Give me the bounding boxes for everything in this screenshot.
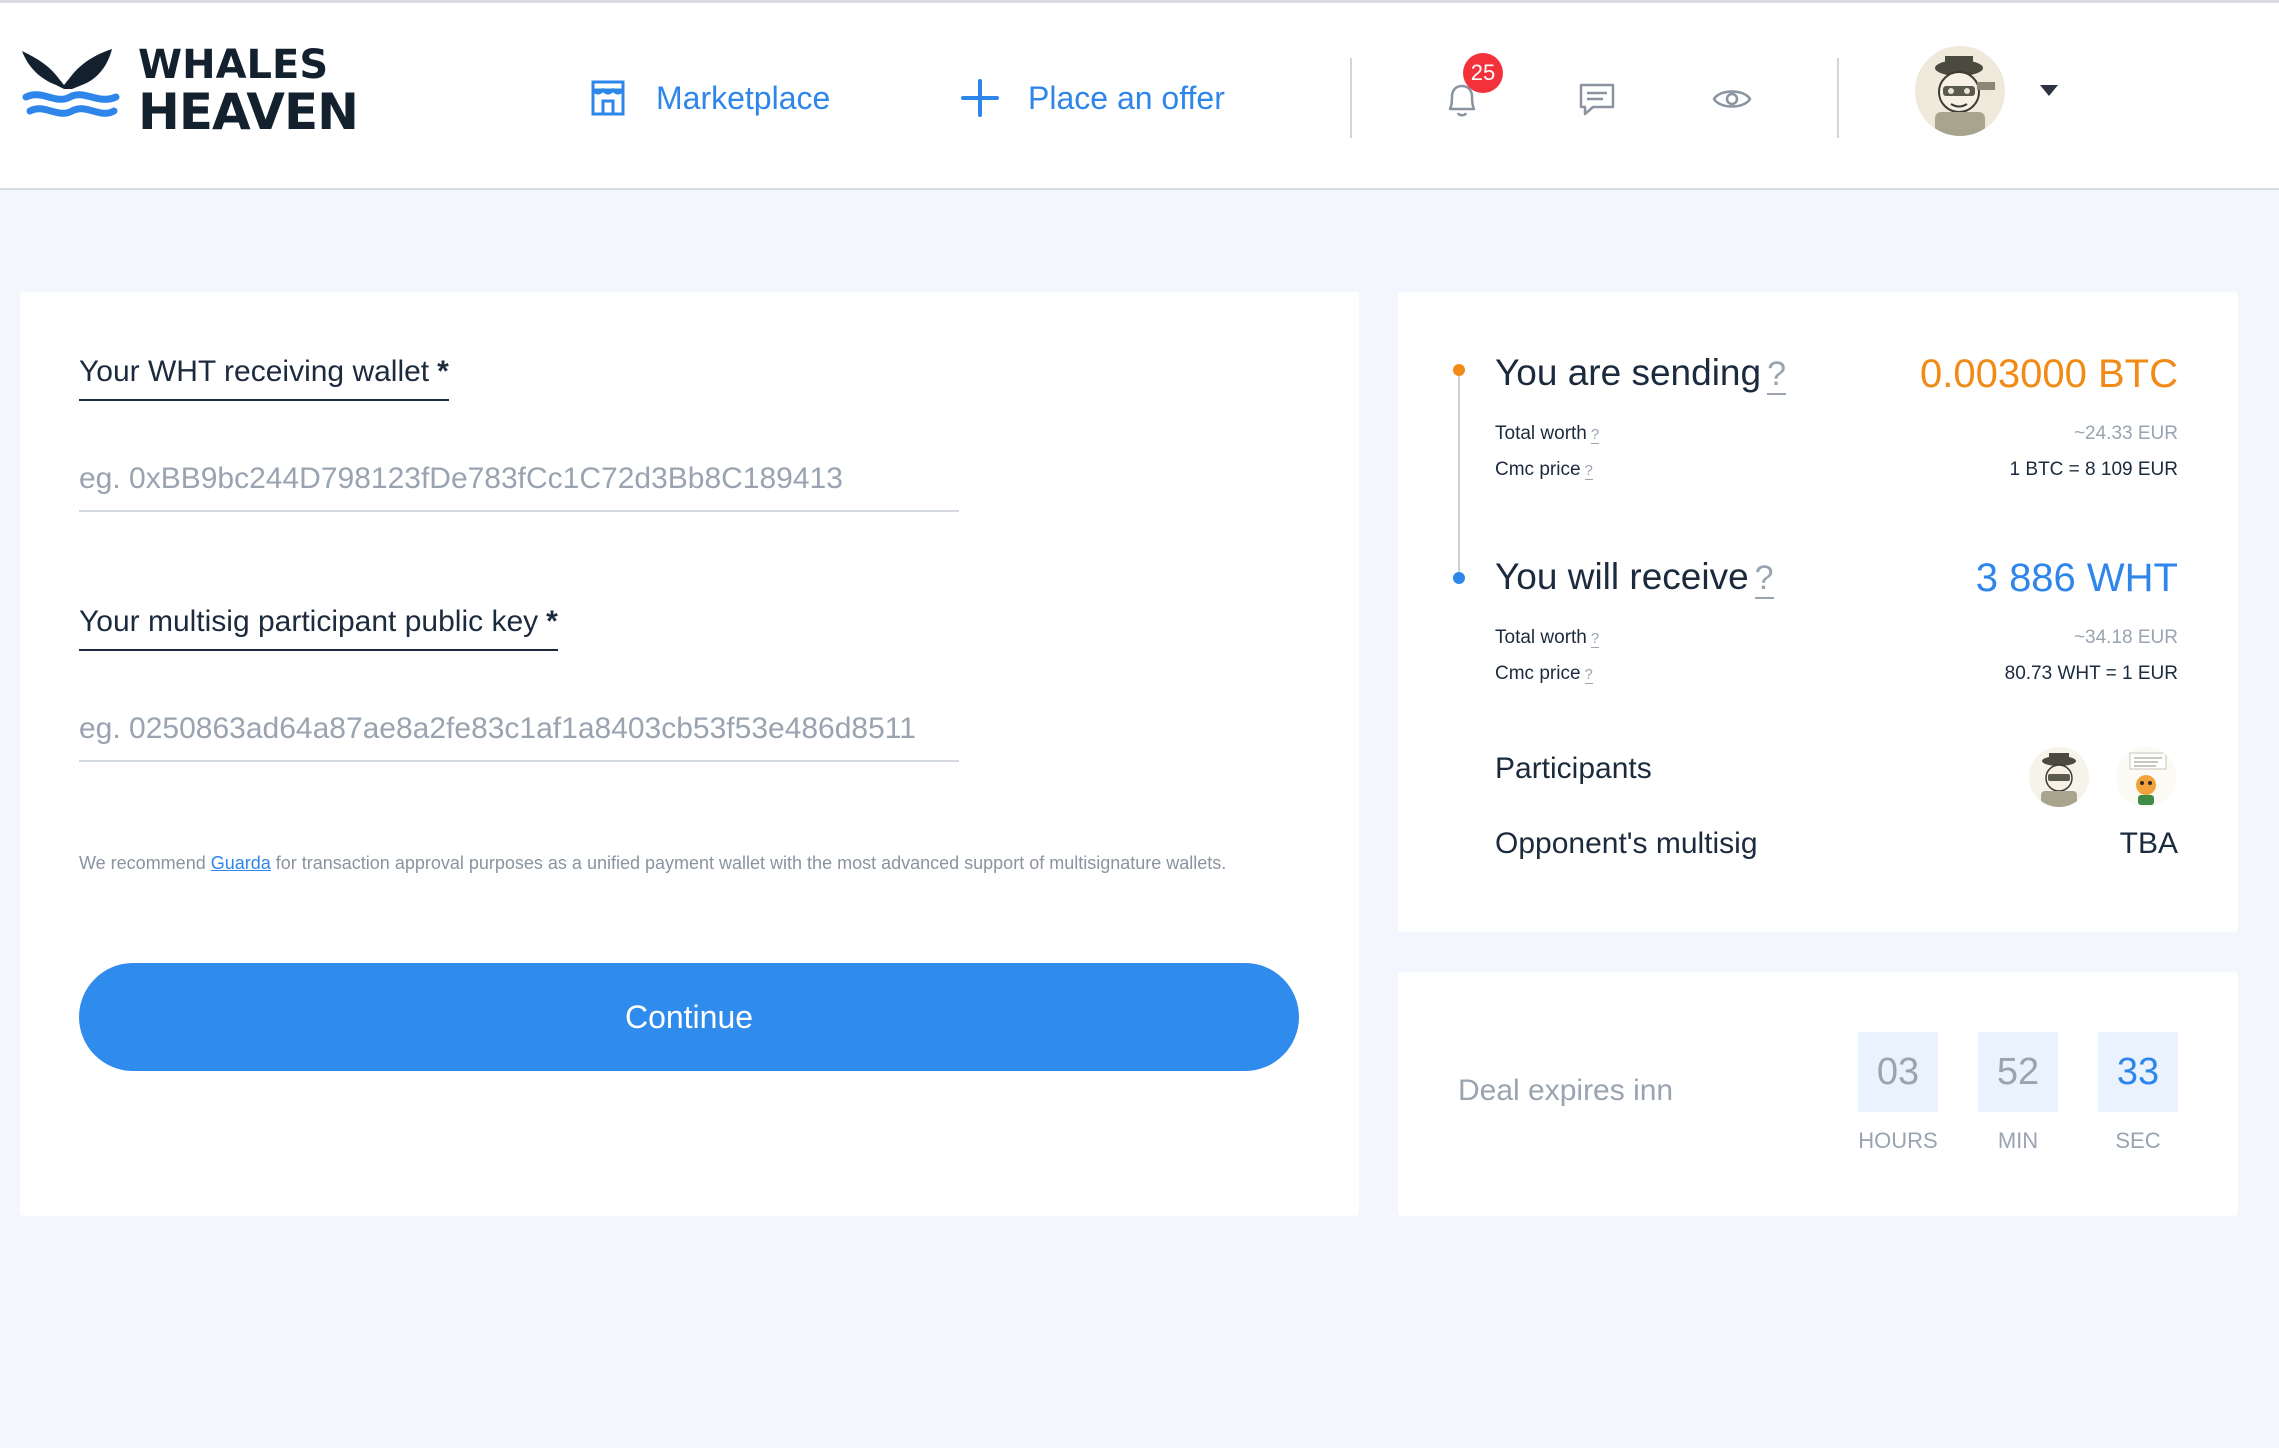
deal-summary-card: You are sending? 0.003000 BTC Total wort… [1398, 292, 2238, 932]
help-icon[interactable]: ? [1754, 559, 1774, 599]
chevron-down-icon[interactable] [2040, 85, 2058, 96]
receiving-cmc-label-text: Cmc price [1495, 663, 1581, 684]
header-divider [1837, 58, 1839, 138]
timer-hours: 03 [1858, 1032, 1938, 1112]
receiving-total-worth: ~34.18 EUR [2073, 627, 2178, 648]
help-icon[interactable]: ? [1767, 355, 1787, 395]
top-header: WHALES HEAVEN Marketplace Place an offer [0, 3, 2279, 190]
timer-seconds-label: SEC [2115, 1128, 2161, 1153]
sending-amount: 0.003000 BTC [1920, 352, 2178, 396]
public-key-label-text: Your multisig participant public key [79, 605, 539, 638]
brand-line-1: WHALES [138, 42, 329, 88]
public-key-input[interactable] [79, 698, 959, 762]
receiving-cmc-price: 80.73 WHT = 1 EUR [2004, 663, 2178, 684]
receiving-amount: 3 886 WHT [1975, 556, 2178, 600]
brand-line-2: HEAVEN [138, 83, 359, 141]
chat-icon[interactable] [1575, 77, 1619, 121]
sending-total-worth-label-text: Total worth [1495, 423, 1587, 444]
receiving-cmc-label: Cmc price? [1495, 663, 1593, 685]
plus-icon [960, 78, 1000, 118]
sending-total-worth: ~24.33 EUR [2073, 423, 2178, 444]
timer-minutes: 52 [1978, 1032, 2058, 1112]
user-avatar[interactable] [1915, 46, 2005, 136]
required-mark: * [437, 355, 449, 388]
timer-minutes-label: MIN [1997, 1128, 2039, 1153]
participant-avatar[interactable] [2029, 747, 2089, 807]
timeline-line [1458, 372, 1460, 577]
whale-tail-logo-icon [22, 49, 120, 117]
help-icon[interactable]: ? [1584, 462, 1593, 480]
eye-icon[interactable] [1710, 77, 1754, 121]
help-icon[interactable]: ? [1590, 426, 1600, 444]
nav-marketplace[interactable]: Marketplace [588, 73, 830, 123]
sending-cmc-label: Cmc price? [1495, 459, 1593, 481]
help-icon[interactable]: ? [1584, 666, 1593, 684]
wallet-form-card: Your WHT receiving wallet* Your multisig… [20, 292, 1359, 1216]
sending-cmc-price: 1 BTC = 8 109 EUR [2009, 459, 2178, 480]
deal-timer-card: Deal expires inn 03 HOURS 52 MIN 33 SEC [1398, 972, 2238, 1216]
receiving-total-worth-label: Total worth? [1495, 627, 1600, 649]
whales-heaven-logo[interactable]: WHALES HEAVEN [20, 43, 360, 143]
timer-hours-label: HOURS [1858, 1128, 1938, 1153]
receiving-title-text: You will receive [1495, 556, 1749, 597]
sending-dot [1453, 364, 1465, 376]
wht-wallet-label-text: Your WHT receiving wallet [79, 355, 430, 388]
continue-button[interactable]: Continue [79, 963, 1299, 1071]
timer-seconds: 33 [2098, 1032, 2178, 1112]
deal-expires-label: Deal expires inn [1458, 1074, 1674, 1107]
opponent-multisig-label: Opponent's multisig [1495, 827, 1758, 860]
receiving-title: You will receive? [1495, 556, 1774, 599]
sending-total-worth-label: Total worth? [1495, 423, 1600, 445]
wht-wallet-label: Your WHT receiving wallet * [79, 355, 449, 401]
participants-label: Participants [1495, 752, 1652, 785]
opponent-multisig-value: TBA [2119, 827, 2178, 860]
header-divider [1350, 58, 1352, 138]
brand-name: WHALES HEAVEN [138, 42, 359, 141]
wht-wallet-input[interactable] [79, 448, 959, 512]
public-key-label: Your multisig participant public key * [79, 605, 558, 651]
sending-title: You are sending? [1495, 352, 1787, 395]
nav-place-offer[interactable]: Place an offer [960, 73, 1225, 123]
participant-avatar[interactable] [2116, 747, 2176, 807]
required-mark: * [546, 605, 558, 638]
recommend-suffix: for transaction approval purposes as a u… [270, 853, 1227, 873]
nav-marketplace-label: Marketplace [656, 79, 831, 116]
guarda-recommendation: We recommend Guarda for transaction appr… [79, 850, 1259, 876]
guarda-link[interactable]: Guarda [211, 853, 271, 873]
receiving-total-worth-label-text: Total worth [1495, 627, 1587, 648]
recommend-prefix: We recommend [79, 853, 211, 873]
help-icon[interactable]: ? [1590, 630, 1600, 648]
receiving-dot [1453, 572, 1465, 584]
sending-cmc-label-text: Cmc price [1495, 459, 1581, 480]
nav-place-offer-label: Place an offer [1028, 79, 1225, 116]
store-icon [588, 78, 628, 118]
notification-badge[interactable]: 25 [1463, 53, 1503, 93]
sending-title-text: You are sending [1495, 352, 1762, 393]
